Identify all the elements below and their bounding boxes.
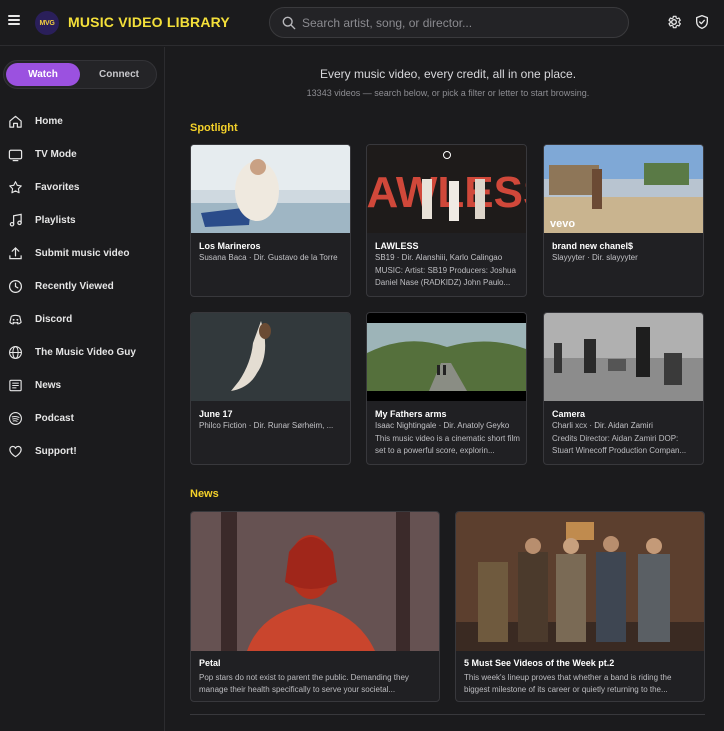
video-artist-director: Charli xcx · Dir. Aidan Zamiri [552,421,653,430]
video-title: Los Marineros [199,241,261,251]
sidebar-item-podcast[interactable]: Podcast [0,402,165,435]
heart-icon [9,445,22,458]
search-icon [282,16,296,30]
video-count-hint: 13343 videos — search below, or pick a f… [306,88,590,98]
video-artist-director: Philco Fiction · Dir. Runar Sørheim, ... [199,421,334,430]
video-thumbnail: LAWLESS [367,145,526,233]
search-bar[interactable] [269,7,629,38]
music-note-icon [9,213,22,227]
watch-connect-toggle: Watch Connect [3,60,157,89]
news-thumbnail [191,512,439,651]
news-heading: News [190,488,219,500]
sidebar-item-label: Support! [35,446,77,457]
news-description: Pop stars do not exist to parent the pub… [199,673,409,694]
news-title: 5 Must See Videos of the Week pt.2 [464,658,615,668]
news-description: This week's lineup proves that whether a… [464,673,672,694]
sidebar-item-label: Podcast [35,413,74,424]
sidebar-item-label: TV Mode [35,149,77,160]
main-content: Every music video, every credit, all in … [166,47,724,731]
search-input[interactable] [302,13,612,33]
video-card[interactable]: Camera Charli xcx · Dir. Aidan Zamiri Cr… [543,312,704,465]
star-icon [9,181,22,194]
video-thumbnail [544,313,703,401]
sidebar-item-support[interactable]: Support! [0,435,165,468]
sidebar-item-music-video-guy[interactable]: The Music Video Guy [0,336,165,369]
home-icon [9,115,22,128]
video-thumbnail [191,145,350,233]
tagline: Every music video, every credit, all in … [319,67,577,81]
video-description: Credits Director: Aidan Zamiri DOP: Stua… [552,434,687,455]
video-title: Camera [552,409,586,419]
sidebar-item-label: Favorites [35,182,80,193]
video-title: LAWLESS [375,241,419,251]
sidebar-item-label: News [35,380,62,391]
video-card[interactable]: LAWLESS LAWLESS SB19 · Dir. Alanshiii, K… [366,144,527,297]
video-artist-director: SB19 · Dir. Alanshiii, Karlo Calingao [375,253,503,262]
sidebar-item-submit[interactable]: Submit music video [0,237,165,270]
video-card[interactable]: June 17 Philco Fiction · Dir. Runar Sørh… [190,312,351,465]
video-description: MUSIC: Artist: SB19 Producers: Joshua Da… [375,266,516,287]
spotify-icon [9,412,22,425]
sidebar-item-recently-viewed[interactable]: Recently Viewed [0,270,165,303]
shield-check-icon[interactable] [694,14,710,30]
top-bar: MVG MUSIC VIDEO LIBRARY [0,0,724,46]
tv-icon [8,149,23,162]
video-card[interactable]: Los Marineros Susana Baca · Dir. Gustavo… [190,144,351,297]
video-artist-director: Slayyyter · Dir. slayyyter [552,253,638,262]
news-thumbnail [456,512,704,651]
sidebar-item-home[interactable]: Home [0,105,165,138]
sidebar-item-label: Recently Viewed [35,281,114,292]
sidebar-item-playlists[interactable]: Playlists [0,204,165,237]
discord-icon [9,314,22,325]
video-title: June 17 [199,409,233,419]
video-thumbnail [191,313,350,401]
brand-title[interactable]: MUSIC VIDEO LIBRARY [68,14,230,30]
sidebar-item-label: Discord [35,314,73,325]
clock-icon [8,279,23,294]
video-title: My Fathers arms [375,409,447,419]
sidebar-nav: Home TV Mode Favorites Playlists Submit … [0,105,165,468]
video-artist-director: Isaac Nightingale · Dir. Anatoly Geyko [375,421,510,430]
section-divider [190,714,705,715]
upload-icon [9,247,22,260]
video-description: This music video is a cinematic short fi… [375,434,520,455]
news-title: Petal [199,658,221,668]
sidebar-item-discord[interactable]: Discord [0,303,165,336]
gear-icon[interactable] [666,14,682,30]
logo[interactable]: MVG [35,11,59,35]
lawless-overlay: LAWLESS [367,168,526,217]
globe-icon [9,346,22,359]
video-title: brand new chanel$ [552,241,634,251]
sidebar-item-tv-mode[interactable]: TV Mode [0,138,165,171]
newspaper-icon [9,379,22,392]
sidebar-item-news[interactable]: News [0,369,165,402]
vevo-watermark: vevo [550,218,575,230]
video-card[interactable]: My Fathers arms Isaac Nightingale · Dir.… [366,312,527,465]
sidebar-item-label: The Music Video Guy [35,347,136,358]
video-artist-director: Susana Baca · Dir. Gustavo de la Torre [199,253,338,262]
menu-icon[interactable] [8,15,20,25]
spotlight-heading: Spotlight [190,122,238,134]
watch-tab[interactable]: Watch [6,63,80,86]
video-card[interactable]: vevo brand new chanel$ Slayyyter · Dir. … [543,144,704,297]
logo-text: MVG [39,19,55,27]
video-thumbnail [367,313,526,401]
sidebar-item-label: Home [35,116,63,127]
sidebar: Watch Connect Home TV Mode Favorites Pla… [0,47,165,731]
video-thumbnail: vevo [544,145,703,233]
connect-tab[interactable]: Connect [82,63,156,86]
sidebar-item-favorites[interactable]: Favorites [0,171,165,204]
sidebar-item-label: Submit music video [35,248,130,259]
news-card[interactable]: 5 Must See Videos of the Week pt.2 This … [455,511,705,702]
news-card[interactable]: Petal Pop stars do not exist to parent t… [190,511,440,702]
sidebar-item-label: Playlists [35,215,76,226]
